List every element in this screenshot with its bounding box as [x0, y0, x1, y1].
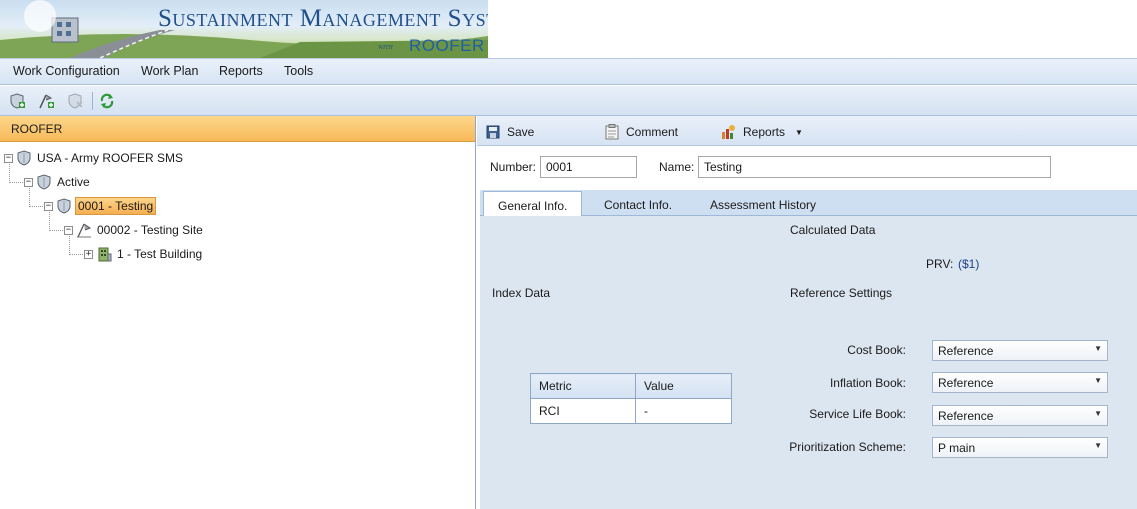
save-label: Save: [507, 125, 535, 139]
save-button[interactable]: Save: [485, 124, 534, 140]
add-shield-icon[interactable]: [7, 91, 27, 111]
general-info-content: Calculated Data PRV: ($1) Index Data Ref…: [480, 216, 1137, 509]
reference-settings-title: Reference Settings: [790, 286, 893, 300]
menu-tools[interactable]: Tools: [284, 64, 313, 78]
menu-work-configuration[interactable]: Work Configuration: [13, 64, 120, 78]
prv-value: ($1): [958, 257, 980, 271]
prv-label: PRV:: [926, 257, 954, 271]
prioritization-scheme-label: Prioritization Scheme:: [789, 440, 906, 454]
prioritization-scheme-value: P main: [938, 441, 976, 455]
toolbar-separator: [92, 92, 93, 110]
banner-artwork: Sustainment Management Systems with ROOF…: [0, 0, 488, 58]
product-suite-title: Sustainment Management Systems: [158, 5, 488, 32]
chevron-down-icon: ▼: [795, 127, 803, 137]
main-toolbar: [0, 86, 1137, 116]
product-name: ROOFER: [409, 36, 485, 55]
collapse-icon[interactable]: −: [44, 201, 53, 211]
inflation-book-select[interactable]: Reference ▼: [932, 372, 1108, 393]
menu-reports[interactable]: Reports: [219, 64, 263, 78]
tree-panel-header: ROOFER: [0, 116, 475, 142]
add-site-icon[interactable]: [36, 91, 56, 111]
tab-contact-info[interactable]: Contact Info.: [590, 193, 686, 216]
detail-tabs: General Info. Contact Info. Assessment H…: [480, 190, 1137, 217]
tab-assessment-history[interactable]: Assessment History: [696, 193, 830, 216]
inflation-book-value: Reference: [938, 376, 994, 390]
reports-label: Reports: [743, 125, 786, 139]
calculated-data-title: Calculated Data: [790, 223, 876, 237]
index-data-title: Index Data: [492, 286, 551, 300]
navigation-tree-panel: ROOFER − USA - Army ROOFER SMS − Active …: [0, 116, 476, 509]
value-cell: -: [635, 398, 732, 424]
name-label: Name:: [659, 160, 695, 174]
tree-node-active[interactable]: − Active: [24, 173, 92, 191]
table-header-row: Metric Value: [530, 373, 732, 399]
reports-chart-icon: [721, 124, 737, 140]
table-row[interactable]: RCI -: [530, 398, 732, 424]
chevron-down-icon: ▼: [1094, 409, 1102, 418]
shield-icon: [16, 150, 32, 166]
app-banner: Sustainment Management Systems with ROOF…: [0, 0, 1137, 58]
tab-general-info[interactable]: General Info.: [483, 191, 583, 217]
detail-toolbar: Save Comment Reports ▼: [477, 116, 1137, 146]
tree-node-label[interactable]: 1 - Test Building: [115, 246, 204, 262]
metric-column-header[interactable]: Metric: [530, 373, 636, 399]
name-field[interactable]: [698, 156, 1051, 178]
cost-book-select[interactable]: Reference ▼: [932, 340, 1108, 361]
building-icon: [96, 246, 112, 262]
tree-node-testing-site[interactable]: − 00002 - Testing Site: [64, 221, 205, 239]
collapse-icon[interactable]: −: [4, 153, 13, 163]
service-life-book-select[interactable]: Reference ▼: [932, 405, 1108, 426]
product-with-text: with: [378, 41, 393, 51]
expand-icon[interactable]: +: [84, 249, 93, 259]
tree-node-0001-testing[interactable]: − 0001 - Testing: [44, 197, 157, 215]
number-field[interactable]: [540, 156, 637, 178]
delete-shield-icon[interactable]: [65, 91, 85, 111]
index-metric-table: Metric Value RCI -: [530, 373, 732, 424]
floppy-disk-icon: [485, 124, 501, 140]
building-logo-icon: [51, 17, 79, 43]
menu-work-plan[interactable]: Work Plan: [141, 64, 198, 78]
comment-button[interactable]: Comment: [604, 124, 678, 140]
refresh-icon[interactable]: [97, 91, 117, 111]
value-column-header[interactable]: Value: [635, 373, 732, 399]
number-label: Number:: [490, 160, 537, 174]
tree-node-usa-army[interactable]: − USA - Army ROOFER SMS: [4, 149, 185, 167]
chevron-down-icon: ▼: [1094, 376, 1102, 385]
chevron-down-icon: ▼: [1094, 344, 1102, 353]
collapse-icon[interactable]: −: [64, 225, 73, 235]
comment-label: Comment: [626, 125, 679, 139]
cost-book-label: Cost Book:: [847, 343, 906, 357]
tree-node-label[interactable]: Active: [55, 174, 92, 190]
inflation-book-label: Inflation Book:: [829, 376, 906, 390]
metric-cell: RCI: [530, 398, 636, 424]
shield-icon: [36, 174, 52, 190]
tree-node-label-selected[interactable]: 0001 - Testing: [75, 197, 157, 215]
reports-dropdown-button[interactable]: Reports ▼: [721, 124, 803, 140]
cost-book-value: Reference: [938, 344, 994, 358]
prioritization-scheme-select[interactable]: P main ▼: [932, 437, 1108, 458]
tree-node-test-building[interactable]: + 1 - Test Building: [84, 245, 204, 263]
menu-bar: Work Configuration Work Plan Reports Too…: [0, 58, 1137, 85]
shield-icon: [56, 198, 72, 214]
chevron-down-icon: ▼: [1094, 441, 1102, 450]
detail-panel: Save Comment Reports ▼ Number: Name: Gen…: [477, 116, 1137, 509]
collapse-icon[interactable]: −: [24, 177, 33, 187]
clipboard-icon: [604, 124, 620, 140]
tree-node-label[interactable]: 00002 - Testing Site: [95, 222, 205, 238]
flag-icon: [76, 222, 92, 238]
tree-node-label[interactable]: USA - Army ROOFER SMS: [35, 150, 185, 166]
service-life-book-label: Service Life Book:: [809, 407, 906, 421]
service-life-book-value: Reference: [938, 409, 994, 423]
